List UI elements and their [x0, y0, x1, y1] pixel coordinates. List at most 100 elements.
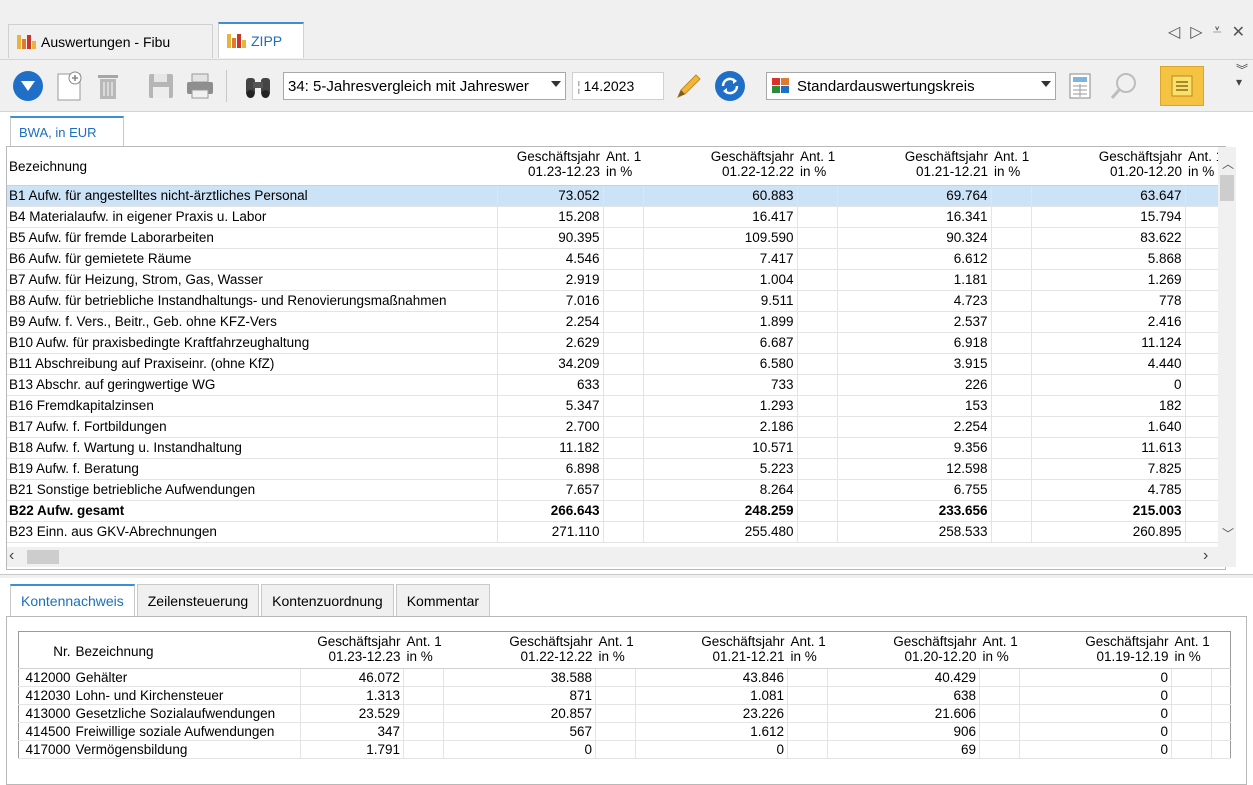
horizontal-scrollbar[interactable]: ‹ ›: [7, 547, 1236, 567]
toolbar-overflow-icon[interactable]: ︾ ▾: [1236, 64, 1248, 88]
table-row[interactable]: B6 Aufw. für gemietete Räume 4.546 7.417 6.…: [7, 248, 1219, 270]
column-header-year[interactable]: Geschäftsjahr 01.19-12.19: [1074, 631, 1172, 669]
search-report-button[interactable]: [238, 68, 278, 104]
report-select-value: 34: 5-Jahresvergleich mit Jahreswer: [288, 77, 529, 95]
print-button[interactable]: [182, 68, 218, 104]
zoom-button[interactable]: [1106, 68, 1142, 104]
table-row[interactable]: B1 Aufw. für angestelltes nicht-ärztlich…: [7, 185, 1219, 207]
column-header-bezeichnung[interactable]: Bezeichnung: [73, 631, 301, 669]
table-row[interactable]: B4 Materialaufw. in eigener Praxis u. La…: [7, 206, 1219, 228]
save-button[interactable]: [142, 68, 178, 104]
column-header-share[interactable]: Ant. 1 in %: [787, 631, 828, 669]
column-header-share[interactable]: Ant. 1 in %: [595, 631, 636, 669]
column-header-year[interactable]: Geschäftsjahr 01.21-12.21: [893, 147, 991, 186]
report-select[interactable]: 34: 5-Jahresvergleich mit Jahreswer: [283, 72, 566, 100]
column-header-year[interactable]: Geschäftsjahr 01.23-12.23: [300, 631, 404, 669]
scroll-down-icon[interactable]: ﹀: [1222, 525, 1234, 542]
table-row[interactable]: B18 Aufw. f. Wartung u. Instandhaltung 11…: [7, 437, 1219, 459]
column-header-top: Ant. 1: [598, 634, 634, 649]
table-row[interactable]: 412030 Lohn- und Kirchensteuer 1.313 871 1.0…: [18, 686, 1231, 705]
table-row[interactable]: B7 Aufw. für Heizung, Strom, Gas, Wasser…: [7, 269, 1219, 291]
column-header-nr[interactable]: Nr.: [18, 631, 74, 669]
scroll-left-icon[interactable]: ◁: [1168, 22, 1180, 42]
table-row[interactable]: B9 Aufw. f. Vers., Beitr., Geb. ohne KFZ…: [7, 311, 1219, 333]
spacer-cell: [643, 374, 699, 396]
edit-button[interactable]: [670, 68, 706, 104]
table-row[interactable]: B5 Aufw. für fremde Laborarbeiten 90.395 1…: [7, 227, 1219, 249]
table-row[interactable]: B11 Abschreibung auf Praxiseinr. (ohne K…: [7, 353, 1219, 375]
table-row[interactable]: 414500 Freiwillige soziale Aufwendungen 34…: [18, 722, 1231, 741]
share-cell: [991, 521, 1032, 543]
period-field[interactable]: ¦ 14.2023: [572, 72, 664, 100]
column-header-unit: in %: [1188, 164, 1215, 179]
column-header-year[interactable]: Geschäftsjahr 01.20-12.20: [882, 631, 980, 669]
spacer-cell: [1211, 740, 1231, 759]
evaluation-circle-select[interactable]: Standardauswertungskreis: [766, 72, 1056, 100]
table-row[interactable]: 413000 Gesetzliche Sozialaufwendungen 23.5…: [18, 704, 1231, 723]
tab-kontennachweis[interactable]: Kontennachweis: [10, 584, 135, 616]
column-header-year[interactable]: Geschäftsjahr 01.21-12.21: [690, 631, 788, 669]
scrollbar-thumb[interactable]: [1220, 175, 1234, 201]
value-cell: 2.537: [893, 311, 992, 333]
value-cell: 6.687: [699, 332, 798, 354]
table-row[interactable]: B8 Aufw. für betriebliche Instandhaltung…: [7, 290, 1219, 312]
column-header-bezeichnung[interactable]: Bezeichnung: [7, 147, 497, 186]
table-row[interactable]: B22 Aufw. gesamt 266.643 248.259 233.656 215…: [7, 500, 1219, 522]
value-cell: 4.440: [1087, 353, 1186, 375]
column-header-year[interactable]: Geschäftsjahr 01.22-12.22: [498, 631, 596, 669]
value-cell: 1.612: [690, 722, 788, 741]
tab-kommentar[interactable]: Kommentar: [395, 584, 491, 616]
value-cell: 10.571: [699, 437, 798, 459]
table-row[interactable]: B23 Einn. aus GKV-Abrechnungen 271.110 255…: [7, 521, 1219, 543]
value-cell: 1.181: [893, 269, 992, 291]
column-header-period: 01.22-12.22: [721, 164, 794, 179]
column-header-year[interactable]: Geschäftsjahr 01.23-12.23: [497, 147, 603, 186]
spacer-cell: [827, 668, 883, 687]
notes-button[interactable]: [1160, 66, 1204, 106]
column-header-share[interactable]: Ant. 1 in %: [991, 147, 1031, 186]
share-cell: [991, 416, 1032, 438]
table-row[interactable]: B10 Aufw. für praxisbedingte Kraftfahrze…: [7, 332, 1219, 354]
scroll-left-icon[interactable]: ‹: [9, 547, 14, 565]
column-header-share[interactable]: Ant. 1 in %: [1185, 147, 1223, 186]
scroll-right-icon[interactable]: ▷: [1190, 22, 1202, 42]
scroll-up-icon[interactable]: ︿: [1222, 155, 1234, 172]
tab-bwa[interactable]: BWA, in EUR: [10, 116, 124, 146]
spacer-cell: [827, 686, 883, 705]
tab-zeilensteuerung[interactable]: Zeilensteuerung: [136, 584, 260, 616]
scroll-right-icon[interactable]: ›: [1203, 547, 1208, 565]
column-header-share[interactable]: Ant. 1 in %: [403, 631, 444, 669]
table-row[interactable]: B17 Aufw. f. Fortbildungen 2.700 2.186 2.25…: [7, 416, 1219, 438]
column-header-year[interactable]: Geschäftsjahr 01.20-12.20: [1087, 147, 1185, 186]
tab-zipp[interactable]: ZIPP: [218, 22, 304, 58]
new-button[interactable]: [52, 68, 88, 104]
table-row[interactable]: B16 Fremdkapitalzinsen 5.347 1.293 153 182: [7, 395, 1219, 417]
vertical-scrollbar[interactable]: ︿ ﹀: [1218, 147, 1236, 547]
delete-button[interactable]: [90, 68, 126, 104]
refresh-button[interactable]: [712, 68, 748, 104]
scrollbar-thumb[interactable]: [27, 550, 59, 564]
column-header-share[interactable]: Ant. 1 in %: [1171, 631, 1212, 669]
circle-group-icon: [772, 78, 789, 93]
splitter[interactable]: [0, 574, 1253, 578]
value-cell: 9.511: [699, 290, 798, 312]
column-header-share[interactable]: Ant. 1 in %: [797, 147, 837, 186]
filter-button[interactable]: [10, 68, 46, 104]
table-row[interactable]: B19 Aufw. f. Beratung 6.898 5.223 12.598 7.8…: [7, 458, 1219, 480]
table-view-button[interactable]: [1062, 68, 1098, 104]
column-header-share[interactable]: Ant. 1 in %: [979, 631, 1020, 669]
column-header-period: 01.23-12.23: [328, 649, 401, 664]
table-row[interactable]: B21 Sonstige betriebliche Aufwendungen 7.…: [7, 479, 1219, 501]
column-header-share[interactable]: Ant. 1 in %: [603, 147, 643, 186]
table-row[interactable]: 412000 Gehälter 46.072 38.588 43.846 40.429 0: [18, 668, 1231, 687]
table-row[interactable]: 417000 Vermögensbildung 1.791 0 0 69 0: [18, 740, 1231, 759]
value-cell: 1.640: [1087, 416, 1186, 438]
close-icon[interactable]: ✕: [1232, 22, 1245, 42]
dropdown-icon[interactable]: ⩡: [1213, 22, 1222, 42]
table-row[interactable]: B13 Abschr. auf geringwertige WG 633 733 22…: [7, 374, 1219, 396]
column-spacer: [1211, 631, 1231, 669]
tab-auswertungen-fibu[interactable]: Auswertungen - Fibu: [8, 24, 213, 58]
share-cell: [1185, 227, 1219, 249]
column-header-year[interactable]: Geschäftsjahr 01.22-12.22: [699, 147, 797, 186]
tab-kontenzuordnung[interactable]: Kontenzuordnung: [261, 584, 394, 616]
